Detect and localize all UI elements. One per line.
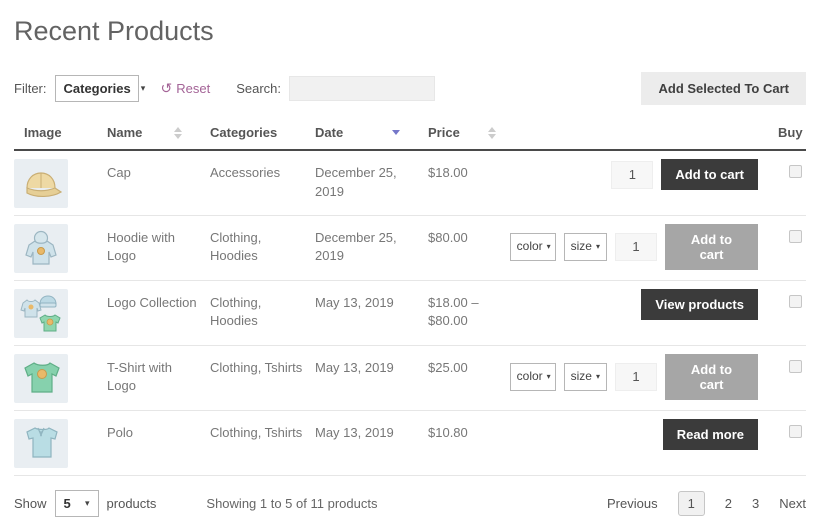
page-title: Recent Products <box>14 16 214 46</box>
reset-icon: ↺ <box>160 79 173 96</box>
color-select[interactable]: color ▾ <box>509 232 556 261</box>
buy-checkbox[interactable] <box>789 424 802 438</box>
add-to-cart-button-disabled[interactable]: Add to cart <box>665 353 758 400</box>
show-label: Show <box>14 495 47 511</box>
product-image-logo-collection <box>14 288 68 338</box>
pagination-page-1[interactable]: 1 <box>677 490 705 516</box>
sort-icon <box>174 126 182 139</box>
add-to-cart-button[interactable]: Add to cart <box>661 159 758 190</box>
add-selected-to-cart-button[interactable]: Add Selected To Cart <box>641 71 806 105</box>
search-label: Search: <box>236 80 282 96</box>
pagination: Previous 1 2 3 Next <box>607 490 806 516</box>
table-footer: Show 5 ▾ products Showing 1 to 5 of 11 p… <box>14 484 806 523</box>
search-input[interactable] <box>289 75 436 101</box>
header-date[interactable]: Date <box>305 117 418 151</box>
product-name[interactable]: T-Shirt with Logo <box>97 345 200 410</box>
table-row: Cap Accessories December 25, 2019 $18.00… <box>14 150 806 215</box>
buy-checkbox[interactable] <box>789 229 802 243</box>
recent-products-page: Recent Products Filter: Categories ▾ ↺ R… <box>0 16 820 523</box>
product-price: $18.00 <box>428 165 468 180</box>
chevron-down-icon: ▾ <box>85 497 90 508</box>
buy-checkbox[interactable] <box>789 294 802 308</box>
reset-button[interactable]: ↺ Reset <box>161 80 211 97</box>
reset-label: Reset <box>176 80 211 96</box>
chevron-down-icon: ▾ <box>595 371 600 381</box>
page-size-select[interactable]: 5 ▾ <box>54 489 99 517</box>
size-select[interactable]: size ▾ <box>563 362 607 391</box>
view-products-button[interactable]: View products <box>641 288 758 320</box>
sort-descending-icon <box>392 130 400 135</box>
table-row: Hoodie with Logo Clothing, Hoodies Decem… <box>14 215 806 280</box>
product-date: December 25, 2019 <box>315 165 397 199</box>
search-group: Search: <box>236 75 436 101</box>
color-select[interactable]: color ▾ <box>509 362 556 391</box>
products-label: products <box>106 495 157 511</box>
read-more-button[interactable]: Read more <box>662 418 758 450</box>
product-date: May 13, 2019 <box>315 359 394 375</box>
page-size-value: 5 <box>63 495 71 511</box>
header-image: Image <box>14 117 97 151</box>
table-row: Logo Collection Clothing, Hoodies May 13… <box>14 280 806 345</box>
pagination-next[interactable]: Next <box>779 496 806 511</box>
quantity-input[interactable] <box>615 362 657 391</box>
product-image-cap <box>14 159 68 208</box>
filter-label: Filter: <box>14 80 47 96</box>
pagination-page-3[interactable]: 3 <box>752 496 759 511</box>
quantity-input[interactable] <box>611 160 654 189</box>
add-to-cart-button-disabled[interactable]: Add to cart <box>665 223 758 270</box>
chevron-down-icon: ▾ <box>546 371 551 381</box>
product-image-tshirt <box>14 353 68 403</box>
product-name[interactable]: Logo Collection <box>97 280 200 345</box>
chevron-down-icon: ▾ <box>546 241 551 251</box>
product-categories: Accessories <box>210 165 281 180</box>
product-image-polo <box>14 418 68 468</box>
product-categories: Clothing, Tshirts <box>210 359 303 375</box>
quantity-input[interactable] <box>615 232 657 261</box>
table-row: Polo Clothing, Tshirts May 13, 2019 $10.… <box>14 410 806 475</box>
header-categories: Categories <box>200 117 305 151</box>
product-date: May 13, 2019 <box>315 424 394 440</box>
product-price: $10.80 <box>428 424 468 440</box>
product-categories: Clothing, Hoodies <box>210 294 262 329</box>
filter-select[interactable]: Categories ▾ <box>54 74 145 102</box>
pagination-page-2[interactable]: 2 <box>725 496 732 511</box>
toolbar: Filter: Categories ▾ ↺ Reset Search: Add… <box>14 71 806 105</box>
table-row: T-Shirt with Logo Clothing, Tshirts May … <box>14 345 806 410</box>
product-date: December 25, 2019 <box>315 229 397 264</box>
pagination-previous[interactable]: Previous <box>607 496 658 511</box>
header-controls <box>514 117 768 151</box>
chevron-down-icon: ▾ <box>595 241 600 251</box>
product-price: $80.00 <box>428 229 468 245</box>
table-header-row: Image Name Categories Date Price Buy <box>14 117 806 151</box>
chevron-down-icon: ▾ <box>140 82 146 93</box>
header-price[interactable]: Price <box>418 117 514 151</box>
product-name[interactable]: Cap <box>97 150 200 215</box>
results-summary: Showing 1 to 5 of 11 products <box>206 495 378 511</box>
product-image-hoodie <box>14 223 68 273</box>
product-date: May 13, 2019 <box>315 294 394 310</box>
buy-checkbox[interactable] <box>789 165 802 178</box>
product-categories: Clothing, Hoodies <box>210 229 262 264</box>
product-price: $25.00 <box>428 359 468 375</box>
product-price: $18.00 – $80.00 <box>428 294 479 329</box>
size-select[interactable]: size ▾ <box>563 232 607 261</box>
sort-icon <box>488 126 496 139</box>
product-name[interactable]: Polo <box>97 410 200 475</box>
buy-checkbox[interactable] <box>789 359 802 373</box>
header-name[interactable]: Name <box>97 117 200 151</box>
product-name[interactable]: Hoodie with Logo <box>97 215 200 280</box>
filter-select-value: Categories <box>63 80 131 96</box>
product-categories: Clothing, Tshirts <box>210 424 303 440</box>
header-buy: Buy <box>768 117 806 151</box>
products-table: Image Name Categories Date Price Buy Cap… <box>14 117 806 476</box>
